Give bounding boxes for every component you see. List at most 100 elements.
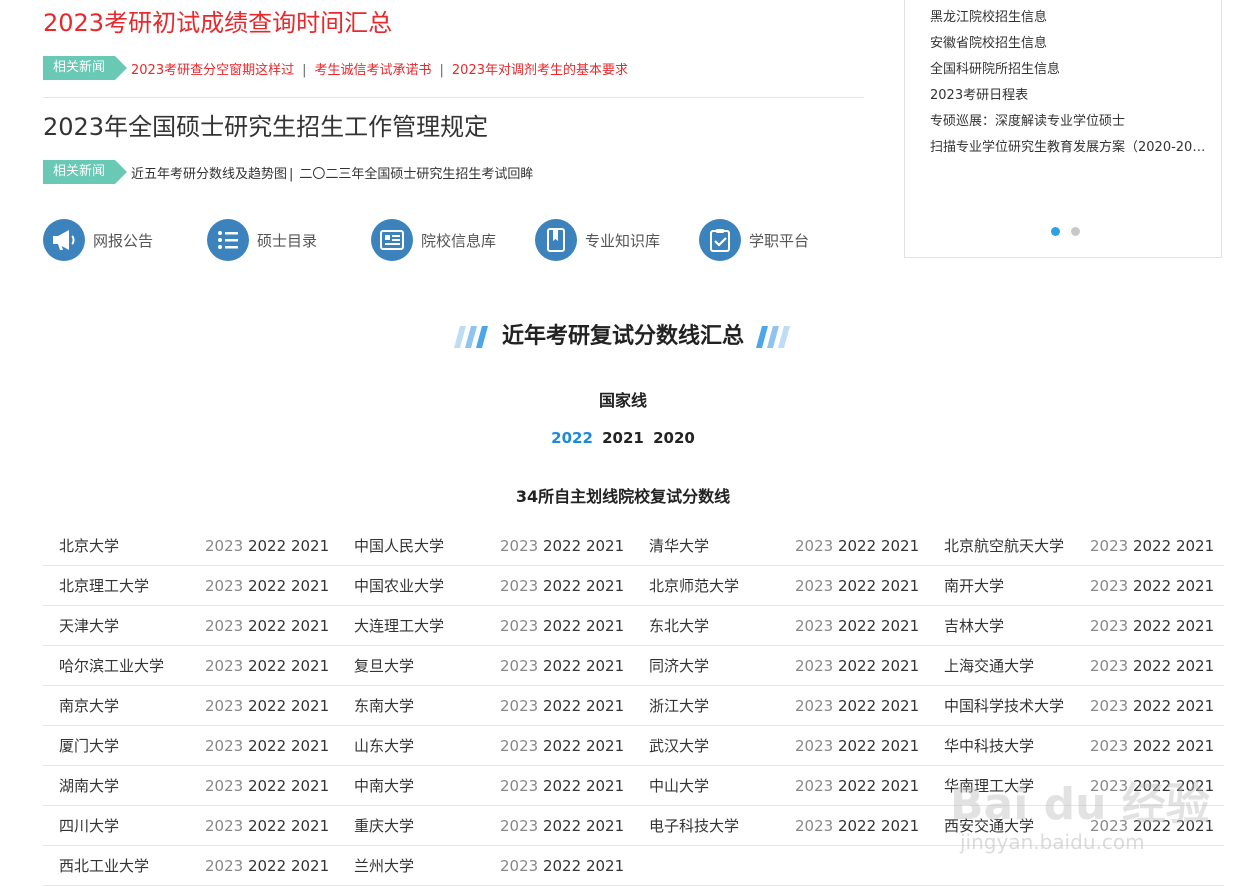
sidebar-item[interactable]: 专硕巡展：深度解读专业学位硕士 bbox=[930, 109, 1210, 135]
sidebar-item[interactable]: 2023考研日程表 bbox=[930, 83, 1210, 109]
year-link-2021[interactable]: 2021 bbox=[586, 857, 624, 875]
year-link-2023[interactable]: 2023 bbox=[205, 617, 243, 635]
headline-admission-rules[interactable]: 2023年全国硕士研究生招生工作管理规定 bbox=[43, 107, 488, 142]
year-link-2022[interactable]: 2022 bbox=[1133, 537, 1171, 555]
year-link-2021[interactable]: 2021 bbox=[1176, 617, 1214, 635]
quick-link-major-db[interactable]: 专业知识库 bbox=[535, 219, 660, 261]
year-link-2022[interactable]: 2022 bbox=[838, 737, 876, 755]
year-link-2023[interactable]: 2023 bbox=[1090, 577, 1128, 595]
year-link-2023[interactable]: 2023 bbox=[500, 657, 538, 675]
year-link-2021[interactable]: 2021 bbox=[586, 577, 624, 595]
year-link-2022[interactable]: 2022 bbox=[1133, 737, 1171, 755]
year-link-2022[interactable]: 2022 bbox=[1133, 617, 1171, 635]
year-link-2023[interactable]: 2023 bbox=[205, 737, 243, 755]
year-link-2022[interactable]: 2022 bbox=[838, 817, 876, 835]
year-link-2022[interactable]: 2022 bbox=[248, 777, 286, 795]
year-link-2022[interactable]: 2022 bbox=[543, 817, 581, 835]
year-link-2021[interactable]: 2021 bbox=[586, 537, 624, 555]
year-link-2021[interactable]: 2021 bbox=[586, 697, 624, 715]
school-name[interactable]: 大连理工大学 bbox=[338, 615, 500, 636]
year-link-2022[interactable]: 2022 bbox=[1133, 657, 1171, 675]
sidebar-item[interactable]: 全国科研院所招生信息 bbox=[930, 57, 1210, 83]
sidebar-item[interactable]: 安徽省院校招生信息 bbox=[930, 31, 1210, 57]
quick-link-catalog[interactable]: 硕士目录 bbox=[207, 219, 317, 261]
year-link-2022[interactable]: 2022 bbox=[543, 777, 581, 795]
school-name[interactable]: 西北工业大学 bbox=[43, 855, 205, 876]
school-name[interactable]: 华中科技大学 bbox=[928, 735, 1090, 756]
school-name[interactable]: 天津大学 bbox=[43, 615, 205, 636]
year-link-2022[interactable]: 2022 bbox=[248, 817, 286, 835]
year-link-2023[interactable]: 2023 bbox=[1090, 617, 1128, 635]
year-link-2021[interactable]: 2021 bbox=[602, 429, 644, 447]
year-link-2023[interactable]: 2023 bbox=[205, 817, 243, 835]
school-name[interactable]: 西安交通大学 bbox=[928, 815, 1090, 836]
year-link-2021[interactable]: 2021 bbox=[1176, 737, 1214, 755]
year-link-2021[interactable]: 2021 bbox=[291, 617, 329, 635]
year-link-2021[interactable]: 2021 bbox=[881, 617, 919, 635]
quick-link-school-db[interactable]: 院校信息库 bbox=[371, 219, 496, 261]
school-name[interactable]: 哈尔滨工业大学 bbox=[43, 655, 205, 676]
year-link-2022[interactable]: 2022 bbox=[248, 697, 286, 715]
year-link-2022[interactable]: 2022 bbox=[248, 617, 286, 635]
year-link-2023[interactable]: 2023 bbox=[205, 577, 243, 595]
year-link-2022[interactable]: 2022 bbox=[838, 657, 876, 675]
year-link-2023[interactable]: 2023 bbox=[1090, 537, 1128, 555]
sidebar-item[interactable]: 黑龙江院校招生信息 bbox=[930, 5, 1210, 31]
year-link-2023[interactable]: 2023 bbox=[500, 817, 538, 835]
year-link-2022[interactable]: 2022 bbox=[543, 737, 581, 755]
quick-link-announcement[interactable]: 网报公告 bbox=[43, 219, 153, 261]
year-link-2023[interactable]: 2023 bbox=[1090, 817, 1128, 835]
year-link-2022[interactable]: 2022 bbox=[543, 577, 581, 595]
year-link-2021[interactable]: 2021 bbox=[1176, 697, 1214, 715]
year-link-2022[interactable]: 2022 bbox=[1133, 577, 1171, 595]
year-link-2023[interactable]: 2023 bbox=[795, 617, 833, 635]
year-link-2022[interactable]: 2022 bbox=[543, 537, 581, 555]
year-link-2022[interactable]: 2022 bbox=[551, 429, 593, 447]
year-link-2022[interactable]: 2022 bbox=[248, 537, 286, 555]
year-link-2023[interactable]: 2023 bbox=[500, 697, 538, 715]
year-link-2021[interactable]: 2021 bbox=[881, 577, 919, 595]
year-link-2023[interactable]: 2023 bbox=[1090, 657, 1128, 675]
school-name[interactable]: 浙江大学 bbox=[633, 695, 795, 716]
related-link[interactable]: 近五年考研分数线及趋势图 bbox=[131, 167, 287, 182]
year-link-2022[interactable]: 2022 bbox=[248, 857, 286, 875]
school-name[interactable]: 东北大学 bbox=[633, 615, 795, 636]
year-link-2022[interactable]: 2022 bbox=[838, 577, 876, 595]
year-link-2021[interactable]: 2021 bbox=[881, 777, 919, 795]
school-name[interactable]: 山东大学 bbox=[338, 735, 500, 756]
school-name[interactable]: 中国农业大学 bbox=[338, 575, 500, 596]
sidebar-item[interactable]: 扫描专业学位研究生教育发展方案（2020-2025） bbox=[930, 135, 1206, 161]
year-link-2023[interactable]: 2023 bbox=[1090, 737, 1128, 755]
year-link-2022[interactable]: 2022 bbox=[1133, 777, 1171, 795]
school-name[interactable]: 南开大学 bbox=[928, 575, 1090, 596]
year-link-2023[interactable]: 2023 bbox=[795, 737, 833, 755]
year-link-2021[interactable]: 2021 bbox=[586, 737, 624, 755]
year-link-2021[interactable]: 2021 bbox=[291, 697, 329, 715]
year-link-2022[interactable]: 2022 bbox=[248, 577, 286, 595]
school-name[interactable]: 中国科学技术大学 bbox=[928, 695, 1090, 716]
year-link-2022[interactable]: 2022 bbox=[248, 657, 286, 675]
year-link-2023[interactable]: 2023 bbox=[795, 777, 833, 795]
year-link-2021[interactable]: 2021 bbox=[586, 817, 624, 835]
school-name[interactable]: 北京大学 bbox=[43, 535, 205, 556]
year-link-2021[interactable]: 2021 bbox=[1176, 537, 1214, 555]
year-link-2021[interactable]: 2021 bbox=[1176, 657, 1214, 675]
carousel-dot[interactable] bbox=[1071, 227, 1080, 236]
related-link[interactable]: 2023考研查分空窗期这样过 bbox=[131, 63, 294, 78]
school-name[interactable]: 东南大学 bbox=[338, 695, 500, 716]
school-name[interactable]: 同济大学 bbox=[633, 655, 795, 676]
year-link-2023[interactable]: 2023 bbox=[795, 817, 833, 835]
year-link-2021[interactable]: 2021 bbox=[291, 777, 329, 795]
related-link[interactable]: 考生诚信考试承诺书 bbox=[315, 63, 432, 78]
year-link-2022[interactable]: 2022 bbox=[543, 657, 581, 675]
year-link-2023[interactable]: 2023 bbox=[795, 657, 833, 675]
year-link-2023[interactable]: 2023 bbox=[205, 697, 243, 715]
year-link-2023[interactable]: 2023 bbox=[795, 537, 833, 555]
year-link-2023[interactable]: 2023 bbox=[500, 737, 538, 755]
year-link-2021[interactable]: 2021 bbox=[881, 737, 919, 755]
school-name[interactable]: 华南理工大学 bbox=[928, 775, 1090, 796]
year-link-2022[interactable]: 2022 bbox=[838, 697, 876, 715]
school-name[interactable]: 清华大学 bbox=[633, 535, 795, 556]
school-name[interactable]: 电子科技大学 bbox=[633, 815, 795, 836]
school-name[interactable]: 北京航空航天大学 bbox=[928, 535, 1090, 556]
